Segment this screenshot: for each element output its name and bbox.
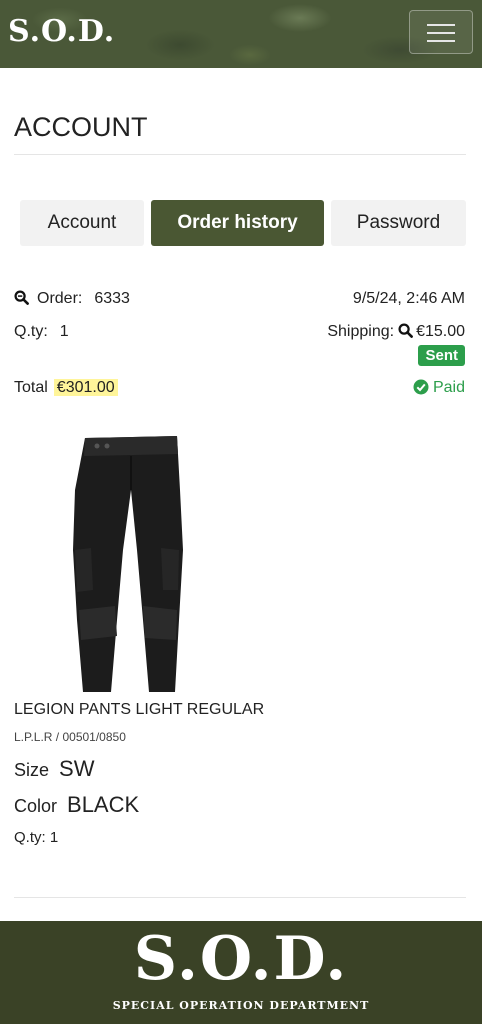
product-name[interactable]: LEGION PANTS LIGHT REGULAR bbox=[14, 701, 264, 719]
site-logo[interactable]: S.O.D. bbox=[8, 14, 115, 49]
footer-tagline: SPECIAL OPERATION DEPARTMENT bbox=[112, 999, 370, 1012]
payment-status-text: Paid bbox=[432, 379, 465, 396]
account-tabs: Account Order history Password bbox=[0, 200, 482, 246]
order-qty-row: Q.ty: 1 bbox=[14, 323, 69, 341]
menu-icon-bar bbox=[427, 32, 455, 34]
hamburger-menu-button[interactable] bbox=[409, 10, 473, 54]
order-number-row: Order: 6333 bbox=[14, 290, 130, 310]
search-icon[interactable] bbox=[398, 323, 413, 343]
search-icon[interactable] bbox=[14, 290, 29, 310]
site-footer: S.O.D. SPECIAL OPERATION DEPARTMENT bbox=[0, 921, 482, 1024]
order-datetime: 9/5/24, 2:46 AM bbox=[352, 290, 465, 307]
status-badge: Sent bbox=[418, 345, 465, 366]
size-label: Size bbox=[14, 760, 50, 780]
tab-password[interactable]: Password bbox=[331, 200, 466, 246]
order-number: 6333 bbox=[94, 290, 130, 307]
footer-logo: S.O.D. bbox=[133, 924, 349, 994]
payment-status: Paid bbox=[413, 379, 465, 400]
product-image[interactable] bbox=[45, 430, 195, 698]
color-value: BLACK bbox=[67, 792, 140, 817]
order-total-row: Total €301.00 bbox=[14, 379, 118, 397]
shipping-label: Shipping: bbox=[327, 323, 395, 340]
tab-order-history[interactable]: Order history bbox=[151, 200, 324, 246]
shipping-row: Shipping: €15.00 bbox=[327, 323, 465, 343]
shipping-amount: €15.00 bbox=[416, 323, 465, 340]
title-divider bbox=[14, 154, 466, 155]
content-divider bbox=[14, 897, 466, 898]
color-label: Color bbox=[14, 796, 58, 816]
tab-account[interactable]: Account bbox=[20, 200, 144, 246]
total-amount: €301.00 bbox=[53, 379, 118, 396]
menu-icon-bar bbox=[427, 24, 455, 26]
product-color: Color BLACK bbox=[14, 792, 139, 818]
qty-label: Q.ty: bbox=[14, 323, 48, 340]
product-code: L.P.L.R / 00501/0850 bbox=[14, 730, 126, 744]
total-label: Total bbox=[14, 379, 48, 396]
qty-value: 1 bbox=[59, 323, 69, 340]
page-title: ACCOUNT bbox=[14, 112, 148, 142]
site-header: S.O.D. bbox=[0, 0, 482, 68]
product-qty: Q.ty: 1 bbox=[14, 829, 59, 846]
size-value: SW bbox=[59, 756, 95, 781]
check-circle-icon bbox=[413, 379, 429, 400]
menu-icon-bar bbox=[427, 40, 455, 42]
order-label: Order: bbox=[37, 290, 83, 307]
product-size: Size SW bbox=[14, 756, 94, 782]
